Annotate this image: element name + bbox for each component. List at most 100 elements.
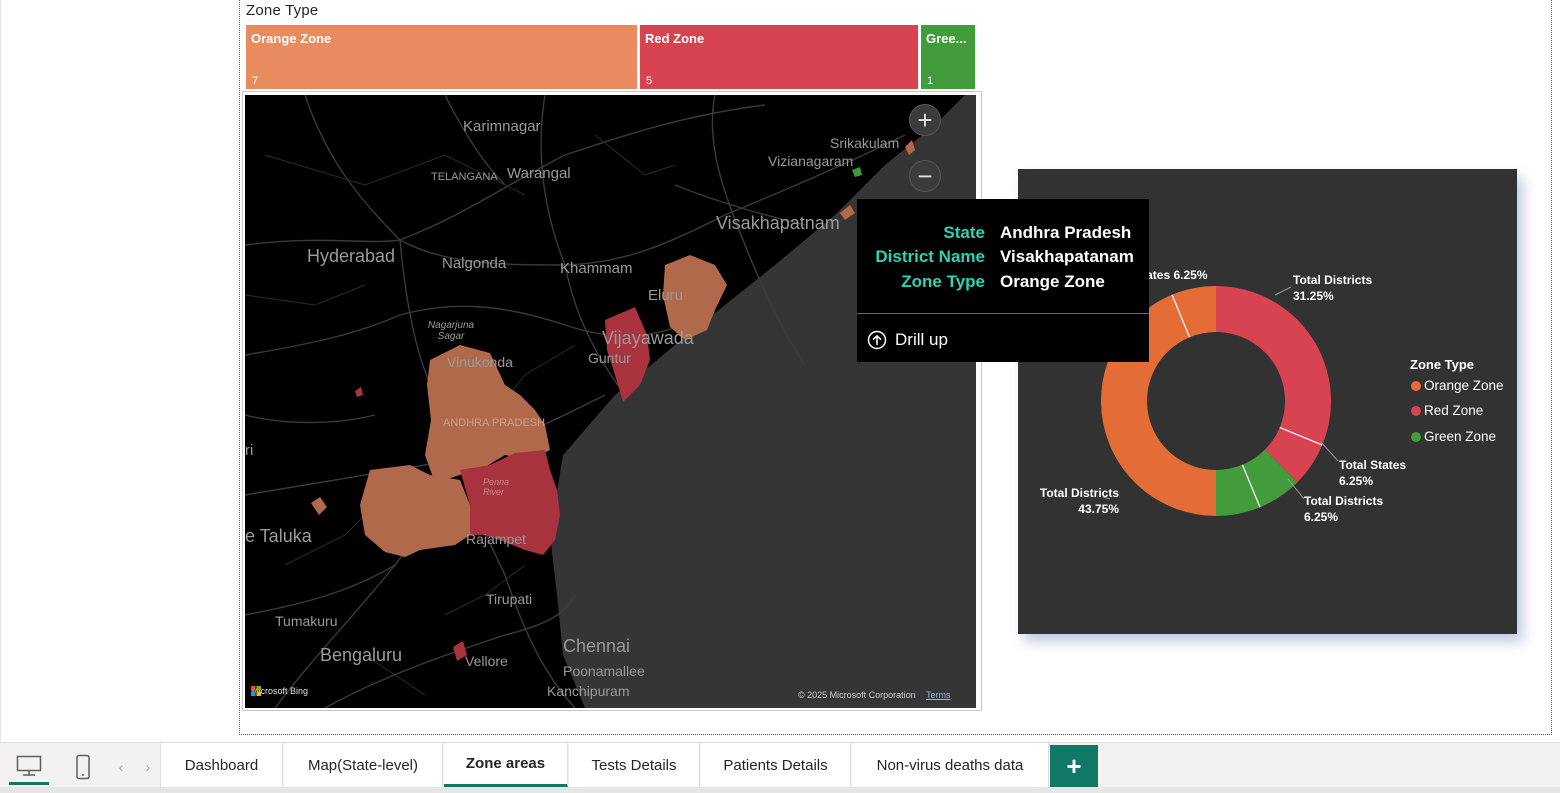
tooltip-key: District Name [875,247,985,266]
data-label-percent: 6.25% [1339,474,1374,488]
tab-map-state-level[interactable]: Map(State-level) [284,743,443,788]
treemap-cell-label: Gree... [926,31,967,46]
legend-label: Red Zone [1424,403,1484,418]
data-label-name: Total States [1339,458,1407,472]
map-label-srikakulam: Srikakulam [830,135,900,151]
map-label-poonamallee: Poonamallee [563,663,645,679]
data-label-name: Total Districts [1293,273,1373,287]
tooltip-row-zone-type: Zone Type Orange Zone [857,272,1149,296]
previous-page-arrow[interactable]: ‹ [113,755,129,779]
map-label-tirupati: Tirupati [486,591,533,607]
tab-non-virus-deaths-data[interactable]: Non-virus deaths data [852,743,1049,788]
map-label-penna-river: Penna River [483,477,510,497]
tooltip-divider [857,313,1149,314]
map-label-nagarjuna-sagar: Nagarjuna Sagar [427,320,475,342]
data-label-leader-line [1320,441,1339,462]
map-terms-link[interactable]: Terms [926,690,951,700]
map-label-vijayawada: Vijayawada [602,328,694,348]
treemap-cell-red-zone[interactable]: Red Zone 5 [640,25,918,89]
tooltip-key: Zone Type [901,272,985,291]
drill-up-button[interactable]: Drill up [867,327,948,353]
data-label-red-states: Total States 6.25% [1339,457,1406,489]
data-label-leader-line [1274,286,1292,296]
map-label-guntur: Guntur [588,350,631,366]
map-label-ri: ri [245,442,254,459]
desktop-monitor-icon [16,755,42,776]
report-page: Zone Type Orange Zone 7 Red Zone 5 Gree.… [0,0,1560,793]
microsoft-logo-icon [251,686,261,696]
left-divider [0,0,1,742]
data-label-red-districts: Total Districts 31.25% [1293,272,1372,304]
tooltip-row-state: State Andhra Pradesh [857,223,1149,247]
zone-map[interactable]: Karimnagar Srikakulam Vizianagaram TELAN… [245,95,976,708]
map-label-bengaluru: Bengaluru [320,645,403,665]
data-label-percent: 6.25% [1173,268,1208,282]
map-label-visakhapatnam: Visakhapatnam [716,213,840,233]
map-label-kanchipuram: Kanchipuram [547,683,630,699]
data-label-percent: 6.25% [1304,510,1339,524]
data-label-name: Total Districts [1304,494,1384,508]
mobile-phone-icon [76,754,90,780]
sea-area [550,95,976,708]
tab-dashboard[interactable]: Dashboard [161,743,283,788]
tooltip-value: Visakhapatanam [1000,247,1134,266]
bing-attribution: Microsoft Bing [251,686,308,696]
drill-up-label: Drill up [895,330,948,349]
data-label-orange-districts: Total Districts 43.75% [1039,485,1119,517]
legend-label: Orange Zone [1424,378,1504,393]
legend-item-red-zone[interactable]: Red Zone [1411,403,1483,418]
legend-title: Zone Type [1410,357,1475,372]
map-label-hyderabad: Hyderabad [307,246,396,266]
add-page-button[interactable]: + [1050,745,1098,788]
map-label-taluka: e Taluka [245,526,312,546]
legend-item-orange-zone[interactable]: Orange Zone [1411,378,1504,393]
data-label-green-districts: Total Districts 6.25% [1304,493,1383,525]
page-tabs-bar: ‹ › Dashboard Map(State-level) Zone area… [0,742,1560,793]
tab-zone-areas[interactable]: Zone areas [444,743,568,788]
map-zoom-out-button[interactable]: − [909,160,941,192]
map-label-vinukonda: Vinukonda [447,354,513,370]
legend-marker [1411,405,1421,416]
map-base-layer [245,95,976,708]
treemap-cell-value: 1 [927,75,934,87]
map-label-rajampet: Rajampet [466,531,526,547]
map-label-vizianagaram: Vizianagaram [768,153,854,169]
legend-item-green-zone[interactable]: Green Zone [1411,429,1496,444]
donut-slice-red-zone-total-districts[interactable] [1216,286,1331,446]
legend-marker [1411,431,1421,442]
arrow-up-circle-icon [867,330,887,350]
next-page-arrow[interactable]: › [140,755,156,779]
desktop-view-button[interactable] [9,749,49,785]
map-label-eluru: Eluru [648,287,684,304]
map-copyright: © 2025 Microsoft Corporation [798,690,916,700]
treemap-cell-label: Red Zone [645,31,705,46]
data-label-percent: 31.25% [1293,289,1334,303]
legend-marker [1411,380,1421,391]
tooltip-key: State [943,223,985,242]
zone-orange-anantapur [360,465,470,557]
treemap-title: Zone Type [246,2,319,19]
tab-patients-details[interactable]: Patients Details [701,743,851,788]
map-label-vellore: Vellore [465,653,508,669]
legend-label: Green Zone [1424,429,1497,444]
treemap-cell-green-zone[interactable]: Gree... 1 [921,25,975,89]
mobile-view-button[interactable] [63,749,103,785]
map-label-nalgonda: Nalgonda [442,255,507,272]
map-label-andhra-pradesh: ANDHRA PRADESH [443,417,546,429]
data-label-percent: 43.75% [1078,502,1119,516]
map-label-telangana: TELANGANA [431,171,498,183]
map-label-khammam: Khammam [560,260,633,277]
tooltip-row-district: District Name Visakhapatanam [857,247,1149,271]
treemap-cell-label: Orange Zone [251,31,332,46]
map-label-karimnagar: Karimnagar [463,118,541,135]
map-zoom-in-button[interactable]: + [909,104,941,136]
treemap-cell-orange-zone[interactable]: Orange Zone 7 [246,25,637,89]
zone-orange-small [311,497,327,515]
bottom-scroll-strip [0,787,1560,793]
map-label-warangal: Warangal [507,165,571,182]
map-tooltip: State Andhra Pradesh District Name Visak… [857,199,1149,362]
map-label-tumakuru: Tumakuru [275,613,338,629]
tooltip-value: Orange Zone [1000,272,1105,291]
tab-tests-details[interactable]: Tests Details [569,743,700,788]
treemap-cell-value: 5 [646,75,653,87]
